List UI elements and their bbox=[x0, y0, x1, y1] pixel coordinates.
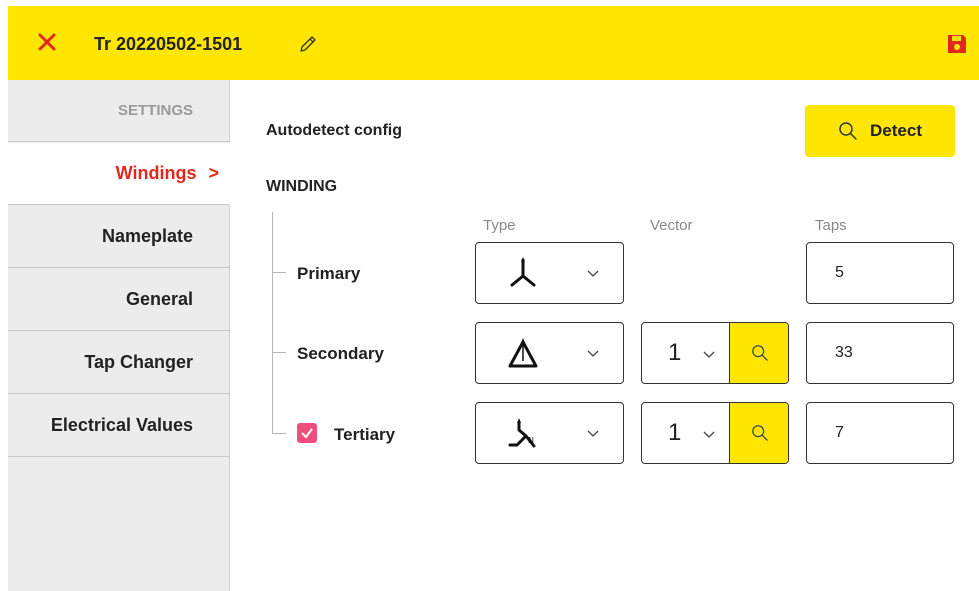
detect-button[interactable]: Detect bbox=[805, 105, 955, 157]
close-icon[interactable] bbox=[36, 31, 58, 53]
vector-search-button[interactable] bbox=[729, 323, 788, 383]
floppy-save-icon[interactable] bbox=[946, 33, 968, 55]
winding-name-primary: Primary bbox=[297, 264, 361, 283]
column-header-taps: Taps bbox=[815, 217, 847, 234]
winding-name-secondary: Secondary bbox=[297, 344, 384, 363]
taps-input-tertiary[interactable]: 7 bbox=[806, 402, 954, 464]
chevron-down-icon bbox=[587, 350, 599, 357]
section-title-winding: WINDING bbox=[266, 178, 338, 195]
delta-symbol-icon bbox=[508, 338, 538, 368]
sidebar-item-label: Windings bbox=[115, 163, 197, 183]
vector-search-button[interactable] bbox=[729, 403, 788, 463]
winding-name-tertiary: Tertiary bbox=[334, 425, 396, 444]
tree-vertical-line bbox=[272, 212, 273, 434]
header-bar: Tr 20220502-1501 bbox=[8, 6, 979, 80]
search-icon bbox=[751, 345, 768, 361]
sidebar-item-general[interactable]: General bbox=[8, 269, 229, 331]
vector-select-secondary[interactable]: 1 bbox=[641, 322, 789, 384]
sidebar-item-tap-changer[interactable]: Tap Changer bbox=[8, 332, 229, 394]
chevron-right-icon: > bbox=[208, 163, 219, 183]
sidebar-item-electrical-values[interactable]: Electrical Values bbox=[8, 395, 229, 457]
sidebar-item-nameplate[interactable]: Nameplate bbox=[8, 206, 229, 268]
svg-text:N: N bbox=[528, 436, 534, 445]
pencil-icon[interactable] bbox=[298, 34, 318, 54]
sidebar-item-label: General bbox=[125, 289, 193, 309]
tertiary-checkbox[interactable] bbox=[297, 423, 317, 443]
chevron-down-icon bbox=[587, 270, 599, 277]
settings-sidebar: SETTINGS Windings > Nameplate General Ta… bbox=[8, 80, 230, 591]
vector-value: 1 bbox=[668, 419, 682, 446]
checkmark-icon bbox=[301, 428, 313, 439]
tree-branch bbox=[272, 433, 286, 434]
transformer-title: Tr 20220502-1501 bbox=[94, 34, 243, 54]
sidebar-heading: SETTINGS bbox=[8, 80, 229, 142]
tree-branch bbox=[272, 272, 286, 273]
chevron-down-icon[interactable] bbox=[702, 427, 716, 441]
column-header-type: Type bbox=[483, 217, 516, 234]
sidebar-item-label: Tap Changer bbox=[84, 352, 193, 372]
autodetect-label: Autodetect config bbox=[266, 122, 402, 139]
zigzag-neutral-symbol-icon: N bbox=[508, 418, 536, 448]
type-dropdown-tertiary[interactable]: N bbox=[475, 402, 624, 464]
type-dropdown-primary[interactable] bbox=[475, 242, 624, 304]
column-header-vector: Vector bbox=[650, 217, 693, 234]
tree-branch bbox=[272, 352, 286, 353]
wye-symbol-icon bbox=[510, 257, 536, 287]
sidebar-item-label: Electrical Values bbox=[50, 415, 193, 435]
sidebar-item-label: Nameplate bbox=[101, 226, 193, 246]
type-dropdown-secondary[interactable] bbox=[475, 322, 624, 384]
vector-value: 1 bbox=[668, 339, 682, 366]
detect-button-label: Detect bbox=[870, 121, 922, 140]
search-icon bbox=[751, 425, 768, 441]
sidebar-item-windings[interactable]: Windings > bbox=[8, 143, 230, 205]
taps-input-primary[interactable]: 5 bbox=[806, 242, 954, 304]
vector-select-tertiary[interactable]: 1 bbox=[641, 402, 789, 464]
chevron-down-icon bbox=[587, 430, 599, 437]
taps-input-secondary[interactable]: 33 bbox=[806, 322, 954, 384]
search-icon bbox=[839, 122, 857, 140]
chevron-down-icon[interactable] bbox=[702, 347, 716, 361]
